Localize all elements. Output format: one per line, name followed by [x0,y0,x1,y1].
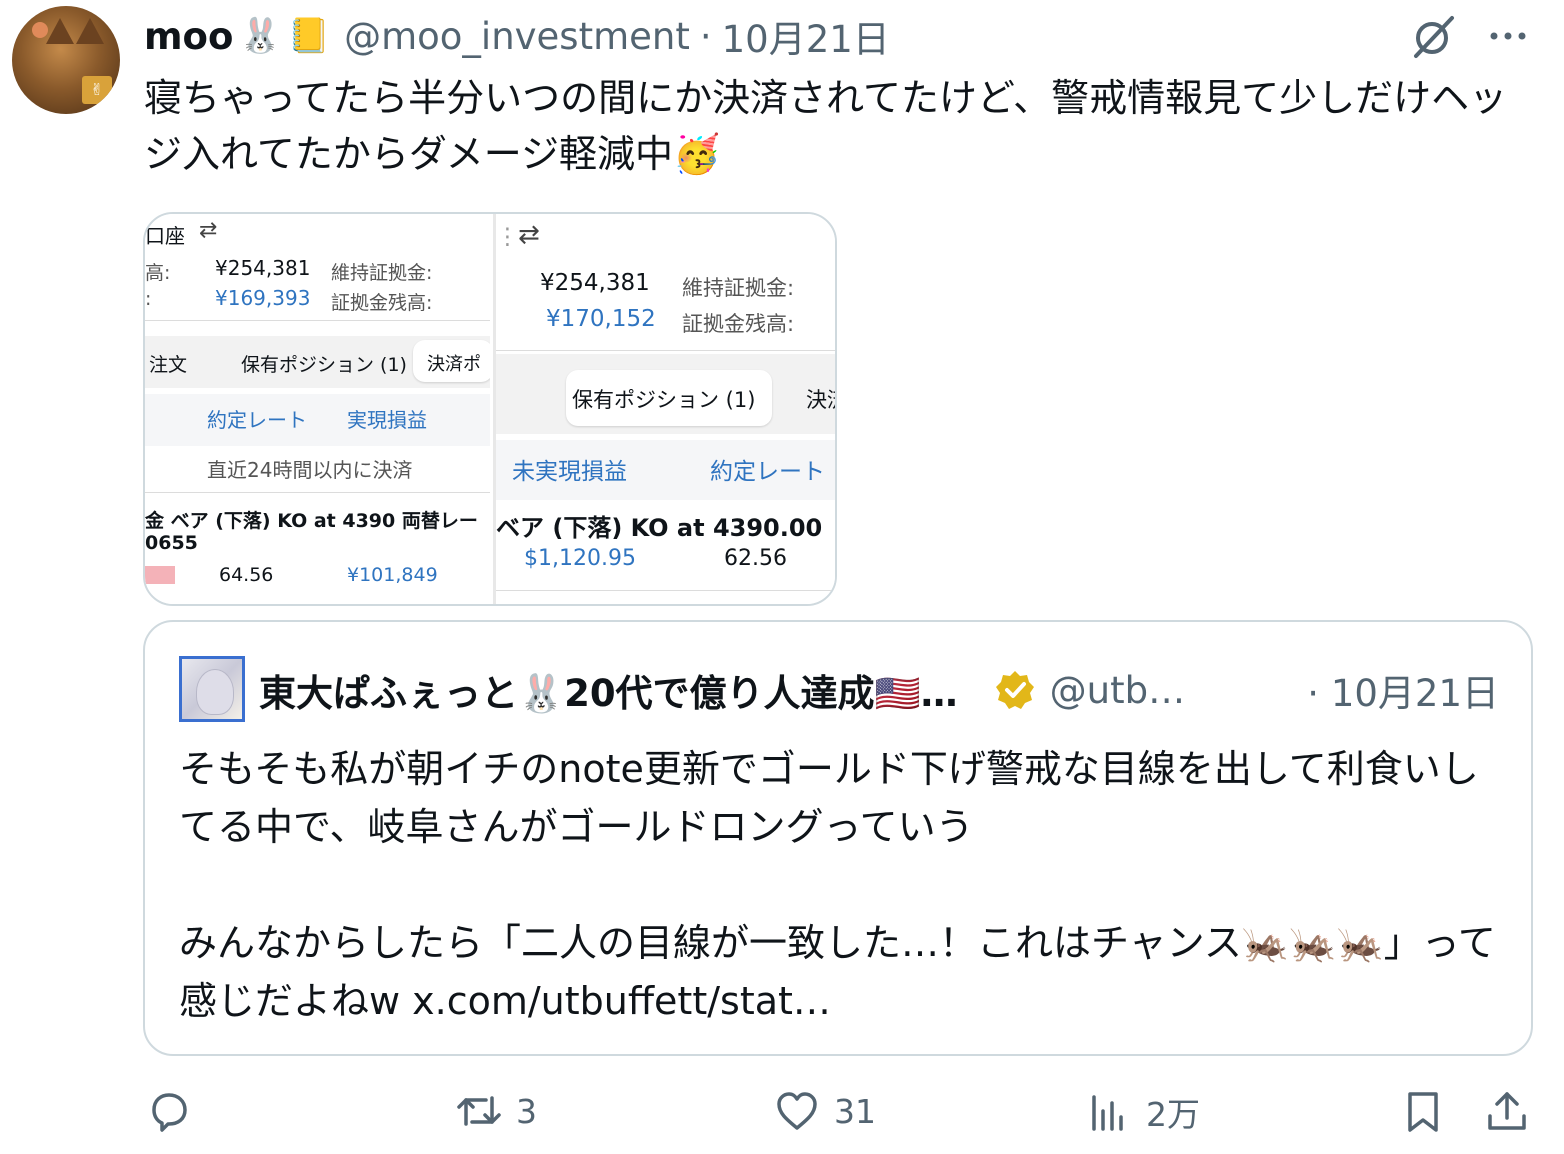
more-icon[interactable] [1486,14,1530,58]
screenshot-image-2[interactable]: ⋮ ⇄ ¥254,381 維持証拠金: ¥170,152 証拠金残高: 保有ポジ… [493,214,835,604]
bookmark-icon [1408,1092,1438,1132]
quoted-author-handle[interactable]: @utb… [1050,669,1185,712]
notebook-emoji-icon: 📒 [287,16,331,56]
img1-divider-2 [145,492,490,493]
img2-product: ベア (下落) KO at 4390.00 [496,514,823,542]
rabbit-emoji-icon: 🐰 [239,16,282,56]
like-count: 31 [834,1091,876,1131]
bookmark-button[interactable] [1400,1088,1446,1134]
img1-top-label: 口座 [145,224,185,248]
img1-row1-label: 高: [145,262,171,284]
retweet-count: 3 [516,1091,537,1131]
reply-button[interactable] [146,1088,206,1134]
img1-column-header [145,394,490,446]
img1-row1-value: ¥254,381 [215,256,311,280]
img1-loss-indicator [145,566,175,584]
tweet-actions: 3 31 2万 [0,1088,1564,1148]
separator-dot: · [699,14,712,58]
img1-pnl-value: ¥101,849 [347,564,438,586]
img2-swap-icon: ⇄ [518,220,540,250]
views-count: 2万 [1146,1095,1200,1134]
img1-row2-value: ¥169,393 [215,286,311,310]
img2-divider [496,350,835,351]
avatar-ear-right [76,18,104,44]
verified-badge-icon [995,671,1034,709]
retweet-button[interactable]: 3 [456,1088,537,1134]
retweet-icon [457,1096,501,1126]
tweet-header: moo 🐰 📒 @moo_investment · 10月21日 [144,9,890,63]
avatar-ear-left [46,18,74,44]
img2-row1-right: 維持証拠金: [682,276,795,300]
img2-pnl-value: $1,120.95 [524,546,636,571]
views-button[interactable]: 2万 [1086,1088,1200,1136]
tweet-text: 寝ちゃってたら半分いつの間にか決済されてたけど、警戒情報見て少しだけヘッジ入れて… [144,76,1508,176]
img2-dots: ⋮ [496,224,519,250]
img1-tab-order: 注文 [149,354,188,376]
grok-icon[interactable] [1408,12,1458,62]
share-button[interactable] [1484,1088,1530,1134]
img1-divider [145,320,490,321]
views-chart-icon [1092,1095,1123,1131]
img1-col-pnl: 実現損益 [347,408,427,432]
quoted-separator-dot: · [1307,672,1320,715]
quoted-author-avatar[interactable] [179,656,245,722]
img1-tab-settled: 決済ポ [427,354,481,375]
img1-row2-right: 証拠金残高: [331,292,433,314]
img2-col-rate: 約定レート [710,459,825,485]
img1-tab-positions: 保有ポジション (1) [241,354,407,376]
img2-tab-positions: 保有ポジション (1) [572,388,756,412]
quoted-tweet-header: 東大ぱふぇっと🐰20代で億り人達成🇺🇸… @utb… · 10月21日 [259,662,1499,718]
img2-tab-settled: 決済 [806,388,835,412]
quoted-tweet-date[interactable]: · 10月21日 [1307,663,1499,717]
heart-icon [777,1092,817,1130]
author-name[interactable]: moo [144,15,233,58]
img1-product: 金 ベア (下落) KO at 4390 両替レー [145,510,478,532]
img1-note: 直近24時間以内に決済 [207,458,413,482]
quoted-author-name[interactable]: 東大ぱふぇっと🐰20代で億り人達成🇺🇸… [259,663,958,717]
img2-col-unrealized: 未実現損益 [512,459,627,485]
screenshot-image-1[interactable]: 口座 ⇄ 高: ¥254,381 維持証拠金: : ¥169,393 証拠金残高… [145,214,490,604]
img1-product-line2: 0655 [145,532,198,554]
img1-row2-label: : [145,288,152,310]
quoted-tweet[interactable]: 東大ぱふぇっと🐰20代で億り人達成🇺🇸… @utb… · 10月21日 そもそも… [143,620,1533,1056]
img2-row2-value: ¥170,152 [546,306,656,332]
reply-icon [152,1093,187,1132]
like-button[interactable]: 31 [774,1088,876,1134]
quoted-date-text: 10月21日 [1330,672,1499,715]
img1-col-rate: 約定レート [207,408,307,432]
img1-swap-icon: ⇄ [199,218,218,243]
img1-row1-right: 維持証拠金: [331,262,433,284]
img2-row2-right: 証拠金残高: [682,312,795,336]
quoted-tweet-text: そもそも私が朝イチのnote更新でゴールド下げ警戒な目線を出して利食いしてる中で… [179,747,1496,1023]
share-icon [1488,1092,1526,1130]
tweet-date[interactable]: 10月21日 [722,9,890,63]
media-grid[interactable]: 口座 ⇄ 高: ¥254,381 維持証拠金: : ¥169,393 証拠金残高… [143,212,837,606]
img1-rate-value: 64.56 [219,564,274,586]
img2-row1-value: ¥254,381 [540,270,650,296]
author-handle[interactable]: @moo_investment [344,15,690,58]
author-avatar[interactable]: ✌ [12,6,120,114]
avatar-box-decoration: ✌ [82,76,112,104]
img2-rate-value: 62.56 [724,546,787,571]
img2-divider-2 [496,590,835,591]
